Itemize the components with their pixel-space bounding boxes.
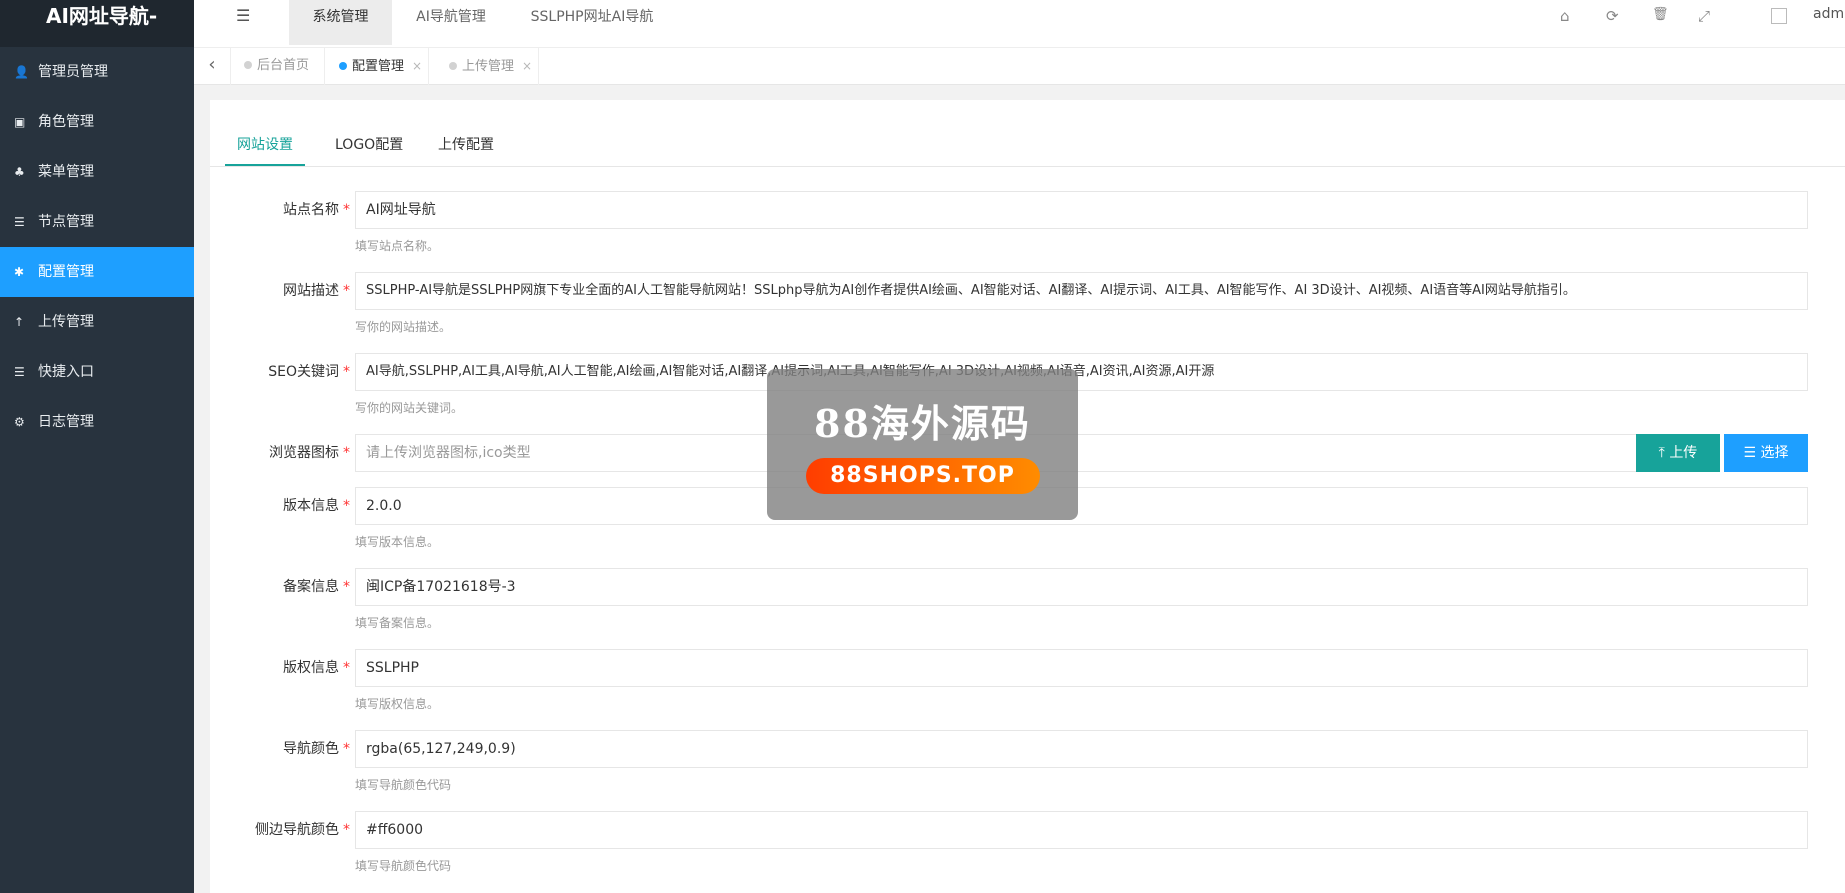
field-hint: 填写版本信息。 <box>355 535 440 549</box>
upload-button[interactable]: ⤒ 上传 <box>1636 434 1720 472</box>
close-icon[interactable]: × <box>522 59 532 73</box>
field-hint: 填写站点名称。 <box>355 239 440 253</box>
version-input[interactable]: 2.0.0 <box>355 487 1808 525</box>
menu-toggle-icon[interactable]: ☰ <box>236 6 250 25</box>
page-tab-label: 后台首页 <box>257 58 310 73</box>
tab-sslphp-ai-nav[interactable]: SSLPHP网址AI导航 <box>512 0 672 45</box>
field-label: 版权信息 * <box>283 660 350 676</box>
field-hint: 填写导航颜色代码 <box>355 778 452 792</box>
tab-dot-icon <box>244 61 252 69</box>
sidebar-item-menu[interactable]: ♣ 菜单管理 <box>0 147 194 197</box>
page-tabs-bar: ‹ 后台首页 配置管理 × 上传管理 × <box>194 47 1845 85</box>
tab-logo-config[interactable]: LOGO配置 <box>335 124 403 166</box>
field-label: 导航颜色 * <box>283 741 350 757</box>
field-hint: 写你的网站关键词。 <box>355 401 464 415</box>
side-nav-color-input[interactable]: #ff6000 <box>355 811 1808 849</box>
tabs-back-icon[interactable]: ‹ <box>194 48 231 85</box>
upload-icon: ⤒ <box>1658 445 1670 461</box>
top-header: ☰ 系统管理 AI导航管理 SSLPHP网址AI导航 ⌂ ⟳ 🗑 ⤢ admin <box>194 0 1845 47</box>
field-label: SEO关键词 * <box>268 364 350 380</box>
sidebar-item-label: 管理员管理 <box>38 64 108 80</box>
sidebar-item-label: 上传管理 <box>38 314 94 330</box>
tree-icon: ♣ <box>14 165 25 179</box>
sidebar-item-shortcut[interactable]: ☰ 快捷入口 <box>0 347 194 397</box>
refresh-icon[interactable]: ⟳ <box>1606 7 1619 25</box>
sidebar-item-node[interactable]: ☰ 节点管理 <box>0 197 194 247</box>
page-tab-config[interactable]: 配置管理 × <box>325 48 429 85</box>
sidebar-item-label: 配置管理 <box>38 264 94 280</box>
page-tab-label: 配置管理 <box>352 59 405 74</box>
field-label: 备案信息 * <box>283 579 350 595</box>
sidebar-item-label: 菜单管理 <box>38 164 94 180</box>
sidebar-item-role[interactable]: ▣ 角色管理 <box>0 97 194 147</box>
tab-ai-nav-management[interactable]: AI导航管理 <box>398 0 504 45</box>
user-name[interactable]: admin <box>1813 6 1845 22</box>
sidebar-item-log[interactable]: ⚙ 日志管理 <box>0 397 194 447</box>
tab-website-settings[interactable]: 网站设置 <box>225 124 305 166</box>
field-hint: 写你的网站描述。 <box>355 320 452 334</box>
field-hint: 填写版权信息。 <box>355 697 440 711</box>
list-icon: ☰ <box>14 365 25 379</box>
field-hint: 填写导航颜色代码 <box>355 859 452 873</box>
watermark-title: 88海外源码 <box>814 401 1031 446</box>
watermark-subtitle: 88SHOPS.TOP <box>805 458 1040 494</box>
upload-arrow-icon: ↑ <box>14 315 25 329</box>
icp-input[interactable]: 闽ICP备17021618号-3 <box>355 568 1808 606</box>
list-icon: ☰ <box>14 215 25 229</box>
field-label: 侧边导航颜色 * <box>255 822 350 838</box>
sidebar-item-label: 日志管理 <box>38 414 94 430</box>
sidebar-item-label: 角色管理 <box>38 114 94 130</box>
tab-upload-config[interactable]: 上传配置 <box>438 124 494 166</box>
field-label: 站点名称 * <box>283 202 350 218</box>
close-icon[interactable]: × <box>412 59 422 73</box>
tab-system-management[interactable]: 系统管理 <box>289 0 392 45</box>
field-label: 版本信息 * <box>283 498 350 514</box>
page-tab-upload[interactable]: 上传管理 × <box>429 48 539 85</box>
asterisk-icon: ✱ <box>14 265 25 279</box>
home-icon[interactable]: ⌂ <box>1560 7 1570 25</box>
sidebar-item-upload[interactable]: ↑ 上传管理 <box>0 297 194 347</box>
copyright-input[interactable]: SSLPHP <box>355 649 1808 687</box>
site-name-input[interactable]: AI网址导航 <box>355 191 1808 229</box>
sidebar: AI网址导航- 👤 管理员管理 ▣ 角色管理 ♣ 菜单管理 ☰ 节点管理 ✱ 配置管理 ↑… <box>0 0 194 893</box>
trash-icon[interactable]: 🗑 <box>1652 7 1669 22</box>
field-label: 浏览器图标 * <box>269 445 350 461</box>
gear-icon: ⚙ <box>14 415 25 429</box>
tab-dot-icon <box>339 62 347 70</box>
fullscreen-icon[interactable]: ⤢ <box>1698 7 1710 25</box>
sidebar-item-label: 快捷入口 <box>38 364 94 380</box>
field-label: 网站描述 * <box>283 283 350 299</box>
role-icon: ▣ <box>14 115 26 129</box>
app-logo: AI网址导航- <box>0 0 194 47</box>
page-tab-home[interactable]: 后台首页 <box>230 48 325 85</box>
sidebar-item-admin[interactable]: 👤 管理员管理 <box>0 47 194 97</box>
avatar[interactable] <box>1771 8 1787 24</box>
config-tabs: 网站设置 LOGO配置 上传配置 <box>210 124 1845 167</box>
field-hint: 填写备案信息。 <box>355 616 440 630</box>
nav-color-input[interactable]: rgba(65,127,249,0.9) <box>355 730 1808 768</box>
list-icon: ☰ <box>1743 445 1761 461</box>
sidebar-item-config[interactable]: ✱ 配置管理 <box>0 247 194 297</box>
page-tab-label: 上传管理 <box>462 59 515 74</box>
sidebar-item-label: 节点管理 <box>38 214 94 230</box>
tab-dot-icon <box>449 62 457 70</box>
seo-keywords-input[interactable]: AI导航,SSLPHP,AI工具,AI导航,AI人工智能,AI绘画,AI智能对话… <box>355 353 1808 391</box>
watermark: 88海外源码 88SHOPS.TOP <box>767 369 1078 520</box>
select-button[interactable]: ☰ 选择 <box>1724 434 1808 472</box>
user-icon: 👤 <box>14 65 29 79</box>
site-description-input[interactable]: SSLPHP-AI导航是SSLPHP网旗下专业全面的AI人工智能导航网站！SSL… <box>355 272 1808 310</box>
